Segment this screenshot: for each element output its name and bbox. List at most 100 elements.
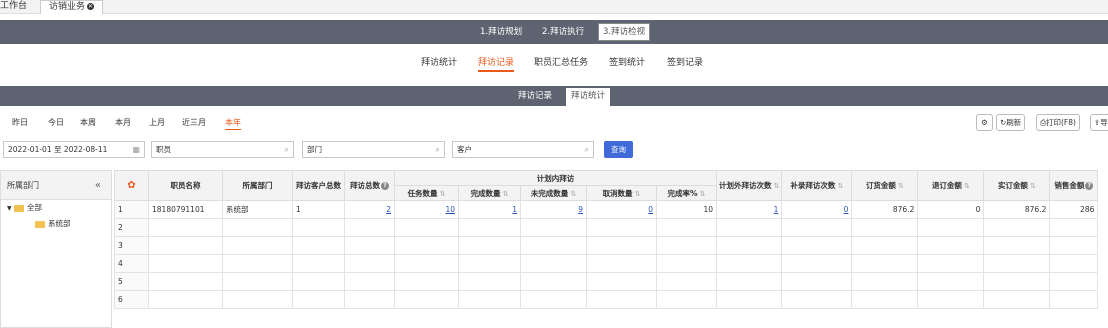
department-panel: 所属部门 « ▼ 全部 系统部: [0, 170, 112, 328]
header-return-amount-label: 退订金额: [931, 181, 962, 190]
date-range-value: 2022-01-01 至 2022-08-11: [8, 145, 108, 154]
header-order-amount-label: 订货金额: [865, 181, 896, 190]
header-department[interactable]: 所属部门: [222, 170, 293, 201]
table-row[interactable]: 4: [114, 254, 1099, 273]
date-this-week[interactable]: 本周: [80, 117, 96, 129]
cell-done-count-link[interactable]: 1: [458, 200, 521, 219]
header-employee-name[interactable]: 职员名称: [148, 170, 223, 201]
print-button[interactable]: ⎙打印(F8): [1036, 114, 1080, 131]
date-this-month[interactable]: 本月: [115, 117, 131, 129]
employee-input[interactable]: 职员 ⌕: [151, 141, 294, 158]
sort-icon[interactable]: ⇅: [964, 182, 970, 190]
header-done-count[interactable]: 完成数量 ⇅: [458, 185, 521, 201]
sort-icon[interactable]: ⇅: [503, 190, 509, 198]
refresh-button[interactable]: ↻刷新: [996, 114, 1026, 131]
cell-supplement-visits-link[interactable]: 0: [781, 200, 853, 219]
cell-visit-total-link[interactable]: 2: [344, 200, 395, 219]
subtab-visit-records[interactable]: 拜访记录: [513, 88, 557, 106]
header-unplanned-visits[interactable]: 计划外拜访次数 ⇅: [715, 170, 783, 201]
header-actual-amount[interactable]: 实订金额 ⇅: [983, 170, 1051, 201]
step-visit-planning[interactable]: 1.拜访规划: [476, 24, 526, 40]
row-number: 1: [114, 200, 149, 219]
table-row[interactable]: 6: [114, 290, 1099, 309]
sort-icon[interactable]: ⇅: [1030, 182, 1036, 190]
subnav-visit-records[interactable]: 拜访记录: [478, 56, 515, 72]
search-icon[interactable]: ⌕: [285, 142, 289, 157]
header-cancel-count[interactable]: 取消数量 ⇅: [586, 185, 657, 201]
header-unplanned-visits-label: 计划外拜访次数: [719, 181, 772, 190]
tree-node-all-label: 全部: [27, 203, 43, 212]
query-button[interactable]: 查询: [604, 141, 633, 158]
header-visit-total[interactable]: 拜访总数?: [344, 170, 395, 201]
help-icon[interactable]: ?: [381, 182, 389, 190]
row-number: 2: [114, 218, 149, 237]
collapse-icon[interactable]: «: [95, 171, 101, 201]
refresh-label: 刷新: [1006, 118, 1022, 127]
date-range-input[interactable]: 2022-01-01 至 2022-08-11 ▦: [3, 141, 145, 158]
step-visit-review[interactable]: 3.拜访检视: [598, 23, 651, 41]
header-group-planned: 计划内拜访: [394, 170, 717, 186]
caret-down-icon[interactable]: ▼: [7, 205, 12, 212]
customer-input[interactable]: 客户 ⌕: [452, 141, 594, 158]
close-icon[interactable]: ✕: [87, 3, 95, 10]
header-supplement-visits[interactable]: 补录拜访次数 ⇅: [781, 170, 853, 201]
date-this-year[interactable]: 本年: [225, 117, 241, 130]
cell-unplanned-visits-link[interactable]: 1: [715, 200, 783, 219]
sort-icon[interactable]: ⇅: [635, 190, 641, 198]
settings-button[interactable]: ⚙: [976, 114, 993, 131]
help-icon[interactable]: ?: [1085, 182, 1094, 190]
table-row[interactable]: 5: [114, 272, 1099, 291]
header-sales-amount[interactable]: 销售金额?: [1049, 170, 1099, 201]
tab-visit-business[interactable]: 访销业务 ✕: [40, 0, 104, 14]
sort-icon[interactable]: ⇅: [570, 190, 576, 198]
header-return-amount[interactable]: 退订金额 ⇅: [917, 170, 985, 201]
search-icon[interactable]: ⌕: [436, 142, 440, 157]
subtab-visit-stats[interactable]: 拜访统计: [566, 88, 611, 106]
header-task-count-label: 任务数量: [407, 188, 438, 198]
search-icon[interactable]: ⌕: [585, 142, 589, 157]
subnav-checkin-stats[interactable]: 签到统计: [609, 56, 645, 70]
cell-completion-rate: 10: [656, 200, 717, 219]
sort-icon[interactable]: ⇅: [440, 190, 446, 198]
date-yesterday[interactable]: 昨日: [12, 117, 28, 129]
table-row[interactable]: 3: [114, 236, 1099, 255]
date-last-three-months[interactable]: 近三月: [182, 117, 206, 129]
department-input[interactable]: 部门 ⌕: [302, 141, 445, 158]
header-done-count-label: 完成数量: [470, 188, 501, 198]
header-cancel-count-label: 取消数量: [602, 188, 633, 198]
row-number: 6: [114, 290, 149, 309]
sort-icon[interactable]: ⇅: [837, 182, 843, 190]
cell-undone-count-link[interactable]: 9: [520, 200, 587, 219]
tab-workbench[interactable]: 工作台: [0, 0, 33, 14]
calendar-icon[interactable]: ▦: [132, 142, 140, 157]
header-undone-count[interactable]: 未完成数量 ⇅: [520, 185, 587, 201]
export-button[interactable]: ⇪导: [1090, 114, 1108, 131]
subnav-checkin-records[interactable]: 签到记录: [667, 56, 703, 70]
header-order-amount[interactable]: 订货金额 ⇅: [851, 170, 919, 201]
table-row[interactable]: 1 18180791101 系统部 1 2 10 1 9 0 10 1 0 87…: [114, 200, 1099, 219]
cell-cancel-count-link[interactable]: 0: [586, 200, 657, 219]
tree-node-all[interactable]: ▼ 全部: [1, 200, 111, 216]
cell-employee-name: 18180791101: [148, 200, 223, 219]
gear-icon[interactable]: ✿: [127, 180, 135, 191]
subnav-visit-stats[interactable]: 拜访统计: [421, 56, 457, 70]
header-completion-rate[interactable]: 完成率% ⇅: [656, 185, 717, 201]
column-settings[interactable]: ✿: [114, 170, 149, 201]
subnav-employee-tasks[interactable]: 职员汇总任务: [534, 56, 588, 70]
sort-icon[interactable]: ⇅: [774, 182, 780, 190]
sort-icon[interactable]: ⇅: [898, 182, 904, 190]
sort-icon[interactable]: ⇅: [700, 190, 706, 198]
cell-task-count-link[interactable]: 10: [394, 200, 459, 219]
table-row[interactable]: 2: [114, 218, 1099, 237]
date-today[interactable]: 今日: [48, 117, 64, 129]
step-visit-execution[interactable]: 2.拜访执行: [538, 24, 588, 40]
header-customer-total[interactable]: 拜访客户总数: [292, 170, 345, 201]
tree-node-system-dept[interactable]: 系统部: [1, 216, 111, 232]
header-task-count[interactable]: 任务数量 ⇅: [394, 185, 459, 201]
folder-icon: [14, 204, 25, 212]
row-number: 5: [114, 272, 149, 291]
date-last-month[interactable]: 上月: [149, 117, 165, 129]
cell-sales-amount: 286: [1049, 200, 1099, 219]
cell-department: 系统部: [222, 200, 293, 219]
cell-return-amount: 0: [917, 200, 985, 219]
